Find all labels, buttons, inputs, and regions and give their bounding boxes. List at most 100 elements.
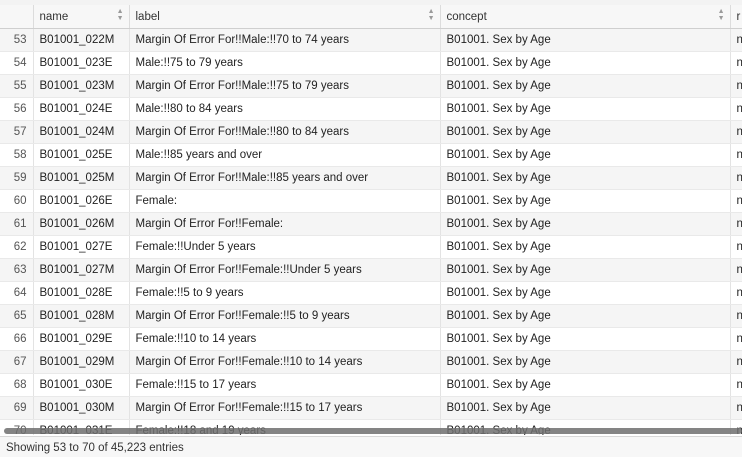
name-cell: B01001_024E — [33, 97, 130, 121]
table-row[interactable]: 61 B01001_026M Margin Of Error For!!Female… — [0, 212, 742, 236]
table-row[interactable]: 62 B01001_027E Female:!!Under 5 years B0100… — [0, 235, 742, 259]
concept-cell: B01001. Sex by Age — [440, 74, 731, 98]
table-row[interactable]: 67 B01001_029M Margin Of Error For!!Female… — [0, 350, 742, 374]
table-row[interactable]: 63 B01001_027M Margin Of Error For!!Female… — [0, 258, 742, 282]
concept-cell: B01001. Sex by Age — [440, 189, 731, 213]
label-cell: Male:!!80 to 84 years — [129, 97, 441, 121]
name-cell: B01001_029M — [33, 350, 130, 374]
column-header-name-label: name — [39, 10, 69, 23]
name-cell: B01001_026M — [33, 212, 130, 236]
concept-cell: B01001. Sex by Age — [440, 120, 731, 144]
entries-info: Showing 53 to 70 of 45,223 entries — [6, 441, 184, 454]
row-index-cell: 54 — [0, 51, 34, 75]
column-header-predicate[interactable]: r — [730, 5, 742, 29]
status-bar: Showing 53 to 70 of 45,223 entries — [0, 436, 742, 457]
predicate-cell: n — [730, 143, 742, 167]
table-row[interactable]: 66 B01001_029E Female:!!10 to 14 years B010… — [0, 327, 742, 351]
table-row[interactable]: 69 B01001_030M Margin Of Error For!!Female… — [0, 396, 742, 420]
row-index-cell: 61 — [0, 212, 34, 236]
table-row[interactable]: 55 B01001_023M Margin Of Error For!!Male:!… — [0, 74, 742, 98]
concept-cell: B01001. Sex by Age — [440, 258, 731, 282]
horizontal-scrollbar-thumb[interactable] — [4, 428, 742, 434]
table-row[interactable]: 64 B01001_028E Female:!!5 to 9 years B01001… — [0, 281, 742, 305]
row-index-cell: 65 — [0, 304, 34, 328]
table-row[interactable]: 53 B01001_022M Margin Of Error For!!Male:!… — [0, 28, 742, 52]
label-cell: Male:!!75 to 79 years — [129, 51, 441, 75]
predicate-cell: n — [730, 304, 742, 328]
label-cell: Margin Of Error For!!Female:!!5 to 9 yea… — [129, 304, 441, 328]
table-row[interactable]: 54 B01001_023E Male:!!75 to 79 years B01001… — [0, 51, 742, 75]
concept-cell: B01001. Sex by Age — [440, 212, 731, 236]
sort-icon[interactable]: ▲ ▼ — [117, 8, 124, 22]
name-cell: B01001_028E — [33, 281, 130, 305]
table-row[interactable]: 56 B01001_024E Male:!!80 to 84 years B01001… — [0, 97, 742, 121]
name-cell: B01001_029E — [33, 327, 130, 351]
row-index-cell: 55 — [0, 74, 34, 98]
name-cell: B01001_023E — [33, 51, 130, 75]
horizontal-scrollbar[interactable] — [0, 427, 742, 435]
name-cell: B01001_030E — [33, 373, 130, 397]
name-cell: B01001_026E — [33, 189, 130, 213]
table-row[interactable]: 65 B01001_028M Margin Of Error For!!Female… — [0, 304, 742, 328]
name-cell: B01001_030M — [33, 396, 130, 420]
row-index-cell: 53 — [0, 28, 34, 52]
concept-cell: B01001. Sex by Age — [440, 327, 731, 351]
row-index-cell: 67 — [0, 350, 34, 374]
table-body: 53 B01001_022M Margin Of Error For!!Male:!… — [0, 28, 742, 435]
predicate-cell: n — [730, 281, 742, 305]
name-cell: B01001_027M — [33, 258, 130, 282]
predicate-cell: n — [730, 189, 742, 213]
column-header-name[interactable]: name ▲ ▼ — [33, 5, 130, 29]
row-index-cell: 60 — [0, 189, 34, 213]
column-header-index — [0, 5, 34, 29]
table-row[interactable]: 59 B01001_025M Margin Of Error For!!Male:!… — [0, 166, 742, 190]
predicate-cell: n — [730, 120, 742, 144]
name-cell: B01001_022M — [33, 28, 130, 52]
predicate-cell: n — [730, 235, 742, 259]
concept-cell: B01001. Sex by Age — [440, 304, 731, 328]
label-cell: Margin Of Error For!!Female: — [129, 212, 441, 236]
predicate-cell: n — [730, 51, 742, 75]
predicate-cell: n — [730, 166, 742, 190]
predicate-cell: n — [730, 97, 742, 121]
label-cell: Female:!!5 to 9 years — [129, 281, 441, 305]
name-cell: B01001_028M — [33, 304, 130, 328]
predicate-cell: n — [730, 350, 742, 374]
column-header-label[interactable]: label ▲ ▼ — [129, 5, 441, 29]
concept-cell: B01001. Sex by Age — [440, 281, 731, 305]
label-cell: Margin Of Error For!!Male:!!70 to 74 yea… — [129, 28, 441, 52]
table-row[interactable]: 58 B01001_025E Male:!!85 years and over B01… — [0, 143, 742, 167]
sort-icon[interactable]: ▲ ▼ — [718, 8, 725, 22]
concept-cell: B01001. Sex by Age — [440, 143, 731, 167]
table-row[interactable]: 68 B01001_030E Female:!!15 to 17 years B010… — [0, 373, 742, 397]
row-index-cell: 64 — [0, 281, 34, 305]
concept-cell: B01001. Sex by Age — [440, 235, 731, 259]
row-index-cell: 66 — [0, 327, 34, 351]
concept-cell: B01001. Sex by Age — [440, 51, 731, 75]
sort-icon[interactable]: ▲ ▼ — [428, 8, 435, 22]
predicate-cell: n — [730, 327, 742, 351]
label-cell: Margin Of Error For!!Male:!!85 years and… — [129, 166, 441, 190]
table-container[interactable]: name ▲ ▼ label ▲ ▼ concept ▲ ▼ r 53 B010… — [0, 5, 742, 435]
predicate-cell: n — [730, 28, 742, 52]
label-cell: Margin Of Error For!!Female:!!15 to 17 y… — [129, 396, 441, 420]
predicate-cell: n — [730, 258, 742, 282]
row-index-cell: 69 — [0, 396, 34, 420]
row-index-cell: 57 — [0, 120, 34, 144]
name-cell: B01001_025M — [33, 166, 130, 190]
column-header-predicate-label: r — [736, 10, 741, 23]
header-row: name ▲ ▼ label ▲ ▼ concept ▲ ▼ r — [0, 5, 742, 29]
label-cell: Margin Of Error For!!Male:!!80 to 84 yea… — [129, 120, 441, 144]
table-row[interactable]: 57 B01001_024M Margin Of Error For!!Male:!… — [0, 120, 742, 144]
predicate-cell: n — [730, 396, 742, 420]
label-cell: Margin Of Error For!!Female:!!Under 5 ye… — [129, 258, 441, 282]
label-cell: Margin Of Error For!!Female:!!10 to 14 y… — [129, 350, 441, 374]
predicate-cell: n — [730, 212, 742, 236]
table-row[interactable]: 60B01001_026EFemale:B01001. Sex by Agen — [0, 189, 742, 213]
row-index-cell: 63 — [0, 258, 34, 282]
column-header-concept[interactable]: concept ▲ ▼ — [440, 5, 731, 29]
predicate-cell: n — [730, 373, 742, 397]
name-cell: B01001_024M — [33, 120, 130, 144]
data-table: name ▲ ▼ label ▲ ▼ concept ▲ ▼ r 53 B010… — [0, 5, 742, 435]
concept-cell: B01001. Sex by Age — [440, 166, 731, 190]
